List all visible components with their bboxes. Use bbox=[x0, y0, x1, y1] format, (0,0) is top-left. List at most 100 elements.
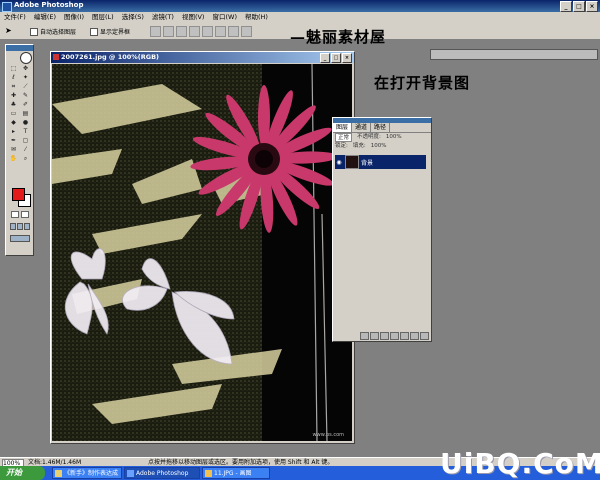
crop-tool-icon[interactable]: ⌗ bbox=[8, 83, 19, 91]
eye-icon[interactable]: ◉ bbox=[335, 159, 343, 166]
menu-file[interactable]: 文件(F) bbox=[4, 12, 26, 23]
new-layer-icon[interactable] bbox=[410, 332, 419, 340]
magic-wand-icon[interactable]: ✦ bbox=[20, 74, 31, 82]
menu-image[interactable]: 图像(I) bbox=[64, 12, 84, 23]
gradient-tool-icon[interactable]: ▤ bbox=[20, 110, 31, 118]
menu-layer[interactable]: 图层(L) bbox=[92, 12, 114, 23]
menu-window[interactable]: 窗口(W) bbox=[212, 12, 237, 23]
opacity-label: 不透明度: bbox=[357, 134, 381, 140]
task-label-3: 11.JPG - 画图 bbox=[214, 470, 252, 477]
blend-row: 正常 不透明度: 100% bbox=[333, 133, 431, 142]
window-controls: _ □ × bbox=[560, 1, 598, 12]
tab-channels[interactable]: 通道 bbox=[352, 123, 372, 132]
auto-select-checkbox[interactable]: 自动选择图层 bbox=[30, 27, 76, 36]
caption-text: 在打开背景图 bbox=[374, 74, 471, 92]
notes-tool-icon[interactable]: ✉ bbox=[8, 146, 19, 154]
opacity-value[interactable]: 100% bbox=[386, 133, 402, 142]
shape-tool-icon[interactable]: ▢ bbox=[20, 137, 31, 145]
brush-tool-icon[interactable]: ✎ bbox=[20, 92, 31, 100]
eyedropper-icon[interactable]: ⁄ bbox=[20, 146, 31, 154]
marquee-tool-icon[interactable]: ⬚ bbox=[8, 65, 19, 73]
align-top-icon[interactable] bbox=[150, 26, 161, 37]
menu-bar: 文件(F) 编辑(E) 图像(I) 图层(L) 选择(S) 滤镜(T) 视图(V… bbox=[0, 12, 600, 23]
type-tool-icon[interactable]: T bbox=[20, 128, 31, 136]
fill-value[interactable]: 100% bbox=[371, 142, 387, 151]
heal-tool-icon[interactable]: ✚ bbox=[8, 92, 19, 100]
tab-layers[interactable]: 图层 bbox=[333, 123, 353, 132]
tool-grid: ⬚ ✥ ℓ ✦ ⌗ ⟋ ✚ ✎ ♣ ✐ ▭ ▤ ◆ ● ▸ T ✒ ▢ ✉ ⁄ … bbox=[8, 65, 31, 163]
menu-edit[interactable]: 编辑(E) bbox=[34, 12, 56, 23]
move-tool-icon[interactable]: ✥ bbox=[20, 65, 31, 73]
eraser-tool-icon[interactable]: ▭ bbox=[8, 110, 19, 118]
new-group-icon[interactable] bbox=[390, 332, 399, 340]
move-tool-icon[interactable]: ➤ bbox=[5, 26, 12, 35]
slice-tool-icon[interactable]: ⟋ bbox=[20, 83, 31, 91]
blur-tool-icon[interactable]: ◆ bbox=[8, 119, 19, 127]
start-button[interactable]: 开始 bbox=[0, 466, 45, 480]
align-center-icon[interactable] bbox=[202, 26, 213, 37]
lock-row: 锁定: 填充: 100% bbox=[333, 142, 431, 151]
task-item-1[interactable]: 《新手》制作表达成 bbox=[52, 467, 122, 479]
toolbox-header[interactable] bbox=[6, 45, 33, 51]
adobe-logo-icon[interactable] bbox=[20, 52, 32, 64]
blend-mode-select[interactable]: 正常 bbox=[335, 133, 353, 142]
pen-tool-icon[interactable]: ✒ bbox=[8, 137, 19, 145]
panel-tabs: 图层 通道 路径 bbox=[333, 123, 431, 133]
foreground-color[interactable] bbox=[12, 188, 25, 201]
align-middle-icon[interactable] bbox=[163, 26, 174, 37]
brand-watermark: UiBQ.CoM bbox=[440, 447, 600, 480]
menu-view[interactable]: 视图(V) bbox=[182, 12, 205, 23]
link-layers-icon[interactable] bbox=[360, 332, 369, 340]
auto-select-label: 自动选择图层 bbox=[40, 29, 77, 36]
align-bottom-icon[interactable] bbox=[176, 26, 187, 37]
align-right-icon[interactable] bbox=[215, 26, 226, 37]
screen-mode-full-icon[interactable] bbox=[24, 223, 30, 230]
task-label-2: Adobe Photoshop bbox=[136, 470, 189, 477]
image-canvas[interactable]: www.ps.com bbox=[52, 64, 352, 441]
close-button[interactable]: × bbox=[586, 1, 598, 12]
palette-well[interactable] bbox=[430, 49, 598, 60]
lasso-tool-icon[interactable]: ℓ bbox=[8, 74, 19, 82]
hand-tool-icon[interactable]: ✋ bbox=[8, 155, 19, 163]
adjustment-layer-icon[interactable] bbox=[400, 332, 409, 340]
align-buttons bbox=[150, 26, 252, 37]
screen-mode-standard-icon[interactable] bbox=[10, 223, 16, 230]
align-left-icon[interactable] bbox=[189, 26, 200, 37]
menu-filter[interactable]: 滤镜(T) bbox=[152, 12, 174, 23]
document-titlebar[interactable]: 2007261.jpg @ 100%(RGB) _ □ × bbox=[51, 52, 354, 63]
app-titlebar: Adobe Photoshop _ □ × bbox=[0, 0, 600, 12]
quick-mask-icon[interactable] bbox=[21, 211, 29, 218]
task-item-2[interactable]: Adobe Photoshop bbox=[124, 467, 200, 479]
jump-to-imageready bbox=[10, 235, 30, 242]
distribute-h-icon[interactable] bbox=[241, 26, 252, 37]
maximize-button[interactable]: □ bbox=[573, 1, 585, 12]
trash-icon[interactable] bbox=[420, 332, 429, 340]
tab-paths[interactable]: 路径 bbox=[371, 123, 391, 132]
menu-select[interactable]: 选择(S) bbox=[122, 12, 144, 23]
screen-mode-full-menu-icon[interactable] bbox=[17, 223, 23, 230]
zoom-tool-icon[interactable]: ⌕ bbox=[20, 155, 31, 163]
history-brush-icon[interactable]: ✐ bbox=[20, 101, 31, 109]
layer-mask-icon[interactable] bbox=[380, 332, 389, 340]
distribute-icon[interactable] bbox=[228, 26, 239, 37]
layer-thumbnail bbox=[345, 155, 359, 169]
stamp-tool-icon[interactable]: ♣ bbox=[8, 101, 19, 109]
dodge-tool-icon[interactable]: ● bbox=[20, 119, 31, 127]
layer-row-background[interactable]: ◉ 背景 bbox=[335, 155, 426, 169]
task-item-3[interactable]: 11.JPG - 画图 bbox=[202, 467, 270, 479]
imageready-icon[interactable] bbox=[10, 235, 30, 242]
path-select-icon[interactable]: ▸ bbox=[8, 128, 19, 136]
screen-mode-buttons bbox=[10, 223, 30, 230]
document-controls: _ □ × bbox=[320, 53, 352, 63]
paint-icon bbox=[205, 470, 212, 477]
layers-footer bbox=[334, 332, 429, 340]
layer-style-icon[interactable] bbox=[370, 332, 379, 340]
photoshop-icon bbox=[2, 2, 12, 12]
doc-minimize-button[interactable]: _ bbox=[320, 53, 330, 63]
menu-help[interactable]: 帮助(H) bbox=[245, 12, 268, 23]
show-bounds-checkbox[interactable]: 显示定界框 bbox=[90, 27, 130, 36]
doc-close-button[interactable]: × bbox=[342, 53, 352, 63]
standard-mode-icon[interactable] bbox=[11, 211, 19, 218]
doc-maximize-button[interactable]: □ bbox=[331, 53, 341, 63]
minimize-button[interactable]: _ bbox=[560, 1, 572, 12]
